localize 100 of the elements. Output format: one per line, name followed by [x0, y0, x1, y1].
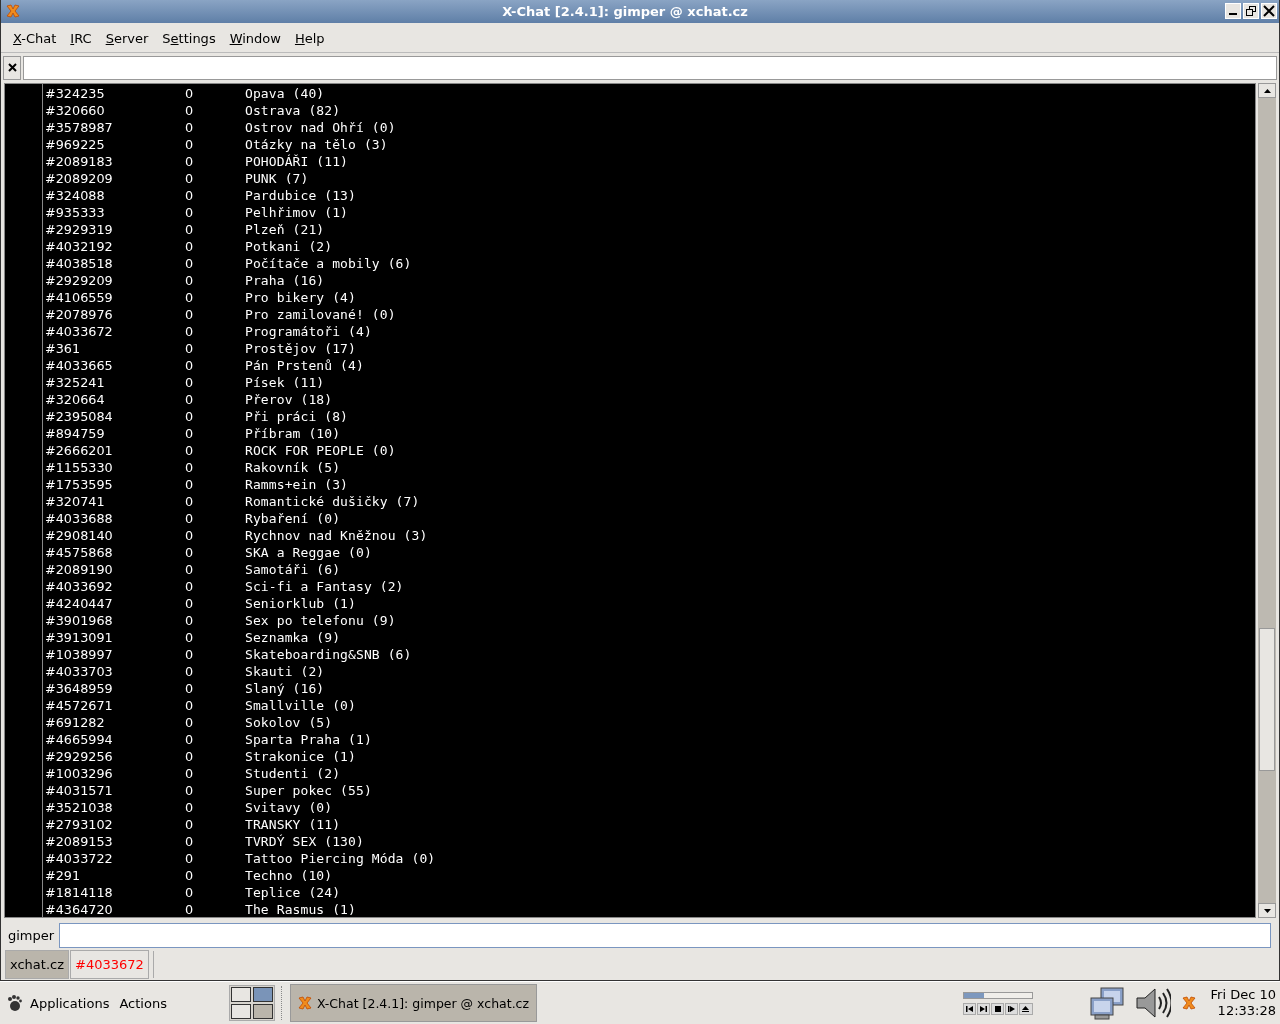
- channel-name[interactable]: #2089183: [43, 154, 185, 170]
- channel-name[interactable]: #4575868: [43, 545, 185, 561]
- scroll-up-button[interactable]: [1258, 83, 1276, 99]
- menu-item[interactable]: IRC: [63, 28, 99, 50]
- close-button[interactable]: [1261, 3, 1277, 20]
- channel-name[interactable]: #2089209: [43, 171, 185, 187]
- clock[interactable]: Fri Dec 10 12:33:28: [1210, 987, 1276, 1019]
- channel-topic: Písek (11): [245, 375, 325, 391]
- play-icon[interactable]: [976, 1002, 990, 1015]
- channel-topic: Otázky na tělo (3): [245, 137, 388, 153]
- scrollbar-thumb[interactable]: [1259, 628, 1275, 772]
- channel-name[interactable]: #4033722: [43, 851, 185, 867]
- channel-name[interactable]: #2078976: [43, 307, 185, 323]
- close-icon[interactable]: [3, 55, 21, 80]
- channel-name[interactable]: #4240447: [43, 596, 185, 612]
- channel-name[interactable]: #4364720: [43, 902, 185, 918]
- channel-name[interactable]: #291: [43, 868, 185, 884]
- channel-name[interactable]: #320664: [43, 392, 185, 408]
- menu-item[interactable]: Actions: [114, 995, 172, 1011]
- channel-name[interactable]: #4033688: [43, 511, 185, 527]
- channel-topic: POHODÁŘI (11): [245, 154, 349, 170]
- previous-icon[interactable]: [962, 1002, 976, 1015]
- channel-topic: Potkani (2): [245, 239, 333, 255]
- next-icon[interactable]: [1005, 1002, 1019, 1015]
- channel-topic: Tattoo Piercing Móda (0): [245, 851, 436, 867]
- channel-name[interactable]: #4033692: [43, 579, 185, 595]
- channel-topic: Programátoři (4): [245, 324, 372, 340]
- channel-name[interactable]: #1753595: [43, 477, 185, 493]
- channel-name[interactable]: #2395084: [43, 409, 185, 425]
- restore-button[interactable]: [1243, 3, 1259, 20]
- channel-name[interactable]: #2666201: [43, 443, 185, 459]
- channel-topic: Skateboarding&SNB (6): [245, 647, 412, 663]
- menu-item[interactable]: Server: [98, 28, 156, 50]
- eject-icon[interactable]: [1019, 1002, 1033, 1015]
- user-count: 0: [185, 477, 195, 493]
- channel-name[interactable]: #2929209: [43, 273, 185, 289]
- channel-name[interactable]: #1155330: [43, 460, 185, 476]
- channel-name[interactable]: #2908140: [43, 528, 185, 544]
- topic-field[interactable]: [23, 55, 1277, 80]
- minimize-button[interactable]: [1225, 3, 1241, 20]
- message-input[interactable]: [59, 922, 1271, 948]
- channel-name[interactable]: #325241: [43, 375, 185, 391]
- foot-icon[interactable]: [6, 994, 22, 1012]
- user-count: 0: [185, 324, 195, 340]
- menu-item[interactable]: Window: [222, 28, 288, 50]
- channel-topic: Prostějov (17): [245, 341, 356, 357]
- channel-name[interactable]: #4032192: [43, 239, 185, 255]
- channel-name[interactable]: #894759: [43, 426, 185, 442]
- channel-name[interactable]: #3578987: [43, 120, 185, 136]
- channel-topic: Svitavy (0): [245, 800, 333, 816]
- channel-tab[interactable]: xchat.cz: [5, 950, 70, 980]
- channel-name[interactable]: #3913091: [43, 630, 185, 646]
- scroll-down-button[interactable]: [1258, 903, 1276, 919]
- channel-name[interactable]: #324088: [43, 188, 185, 204]
- speaker-icon[interactable]: [1134, 986, 1171, 1020]
- channel-name[interactable]: #935333: [43, 205, 185, 221]
- channel-name[interactable]: #2089153: [43, 834, 185, 850]
- channel-name[interactable]: #3648959: [43, 681, 185, 697]
- channel-name[interactable]: #4572671: [43, 698, 185, 714]
- channel-name[interactable]: #4106559: [43, 290, 185, 306]
- channel-name[interactable]: #1038997: [43, 647, 185, 663]
- channel-name[interactable]: #969225: [43, 137, 185, 153]
- channel-name[interactable]: #1003296: [43, 766, 185, 782]
- workspace-switcher[interactable]: [228, 985, 275, 1021]
- user-count: 0: [185, 783, 195, 799]
- nick-label[interactable]: gimper: [8, 927, 55, 943]
- menu-item[interactable]: Settings: [155, 28, 223, 50]
- scrollbar[interactable]: [1258, 83, 1276, 919]
- channel-name[interactable]: #2089190: [43, 562, 185, 578]
- channel-name[interactable]: #4031571: [43, 783, 185, 799]
- channel-name[interactable]: #4033665: [43, 358, 185, 374]
- channel-name[interactable]: #1814118: [43, 885, 185, 901]
- channel-name[interactable]: #4033703: [43, 664, 185, 680]
- channel-name[interactable]: #2929256: [43, 749, 185, 765]
- channel-name[interactable]: #2793102: [43, 817, 185, 833]
- menu-item[interactable]: X-Chat: [6, 28, 64, 50]
- channel-name[interactable]: #3521038: [43, 800, 185, 816]
- app-icon[interactable]: [1180, 995, 1197, 1011]
- user-count: 0: [185, 120, 195, 136]
- channel-name[interactable]: #4665994: [43, 732, 185, 748]
- channel-topic: Rybaření (0): [245, 511, 341, 527]
- channel-name[interactable]: #320741: [43, 494, 185, 510]
- channel-name[interactable]: #2929319: [43, 222, 185, 238]
- channel-topic: Samotáři (6): [245, 562, 341, 578]
- menu-item[interactable]: Applications: [25, 995, 115, 1011]
- user-count: 0: [185, 426, 195, 442]
- taskbar-button[interactable]: X-Chat [2.4.1]: gimper @ xchat.cz: [289, 984, 537, 1022]
- channel-name[interactable]: #361: [43, 341, 185, 357]
- channel-name[interactable]: #4038518: [43, 256, 185, 272]
- stop-icon[interactable]: [990, 1002, 1005, 1015]
- network-icon[interactable]: [1088, 986, 1125, 1020]
- channel-name[interactable]: #324235: [43, 86, 185, 102]
- channel-topic: ROCK FOR PEOPLE (0): [245, 443, 396, 459]
- channel-topic: Sex po telefonu (9): [245, 613, 396, 629]
- channel-name[interactable]: #320660: [43, 103, 185, 119]
- channel-name[interactable]: #691282: [43, 715, 185, 731]
- channel-name[interactable]: #4033672: [43, 324, 185, 340]
- down-arrow-icon: [1263, 908, 1271, 913]
- channel-name[interactable]: #3901968: [43, 613, 185, 629]
- menu-item[interactable]: Help: [287, 28, 332, 50]
